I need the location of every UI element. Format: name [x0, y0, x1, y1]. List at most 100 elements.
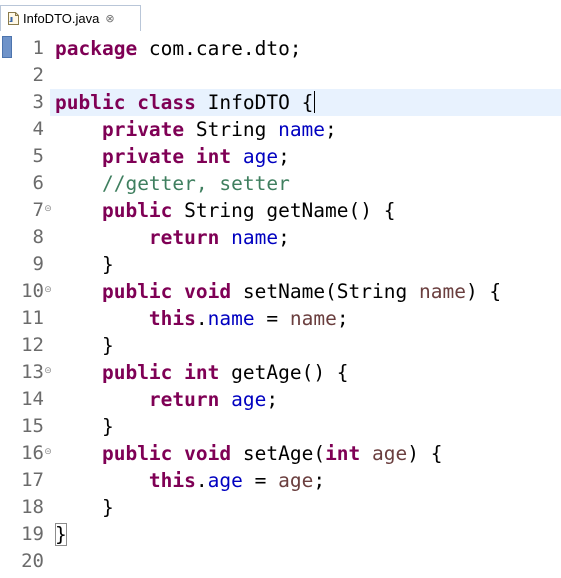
code-line[interactable]: 1 package com.care.dto;: [0, 35, 561, 62]
line-number: 3: [32, 91, 44, 113]
line-number: 13: [21, 361, 44, 383]
close-icon[interactable]: ⊗: [105, 13, 114, 24]
fold-collapse-icon[interactable]: ⊝: [44, 205, 52, 214]
code-line[interactable]: 5 private int age;: [0, 143, 561, 170]
code-token-plain: ;: [325, 118, 337, 141]
code-text: private int age;: [55, 143, 290, 170]
code-token-plain: .: [195, 469, 208, 492]
code-token-plain: ) {: [407, 442, 443, 465]
code-token-field: name: [207, 307, 255, 330]
code-line[interactable]: 15 }: [0, 413, 561, 440]
code-line[interactable]: 19}: [0, 521, 561, 548]
code-token-plain: getAge() {: [219, 361, 349, 384]
code-text: private String name;: [55, 116, 337, 143]
code-token-keyword: this: [148, 307, 196, 330]
line-number: 15: [21, 415, 44, 437]
code-token-param: age: [372, 442, 408, 465]
code-text: package com.care.dto;: [55, 35, 302, 62]
code-token-plain: setAge(: [231, 442, 326, 465]
code-line[interactable]: 16 ⊝ public void setAge(int age) {: [0, 440, 561, 467]
code-token-plain: }: [55, 334, 114, 357]
tab-infodto-java[interactable]: InfoDTO.java ⊗: [0, 5, 141, 31]
code-token-keyword: package: [55, 37, 138, 60]
code-line[interactable]: 7 ⊝ public String getName() {: [0, 197, 561, 224]
code-token-keyword: this: [148, 469, 196, 492]
fold-collapse-icon[interactable]: ⊝: [44, 448, 52, 457]
line-number: 4: [32, 118, 44, 140]
code-line[interactable]: 17 this.age = age;: [0, 467, 561, 494]
code-text: public void setName(String name) {: [55, 278, 501, 305]
code-text: public String getName() {: [55, 197, 396, 224]
code-token-field: age: [207, 469, 243, 492]
code-line[interactable]: 6 //getter, setter: [0, 170, 561, 197]
fold-collapse-icon[interactable]: ⊝: [44, 286, 52, 295]
code-line[interactable]: 20: [0, 548, 561, 575]
line-number: 14: [21, 388, 44, 410]
code-token-field: age: [231, 388, 267, 411]
code-line[interactable]: 2: [0, 62, 561, 89]
code-editor[interactable]: 1 package com.care.dto; 2 3 public class Inf…: [0, 32, 561, 578]
code-line[interactable]: 14 return age;: [0, 386, 561, 413]
line-number: 1: [32, 37, 44, 59]
code-text: this.name = name;: [55, 305, 349, 332]
code-token-plain: ;: [336, 307, 349, 330]
code-token-plain: ;: [266, 388, 279, 411]
code-line[interactable]: 11 this.name = name;: [0, 305, 561, 332]
code-token-field: name: [278, 118, 326, 141]
code-text: this.age = age;: [55, 467, 325, 494]
code-line[interactable]: 10 ⊝ public void setName(String name) {: [0, 278, 561, 305]
code-token-plain: }: [55, 253, 114, 276]
line-number: 5: [32, 145, 44, 167]
code-line[interactable]: 18 }: [0, 494, 561, 521]
line-number: 8: [32, 226, 44, 248]
code-text: }: [55, 521, 67, 548]
line-number: 2: [32, 64, 44, 86]
code-line[interactable]: 9 }: [0, 251, 561, 278]
code-token-keyword: public: [55, 91, 126, 114]
fold-collapse-icon[interactable]: ⊝: [44, 367, 52, 376]
line-number: 20: [21, 550, 44, 572]
code-text: }: [55, 251, 114, 278]
code-token-keyword: void: [184, 442, 232, 465]
code-text: public class InfoDTO {: [55, 89, 316, 116]
code-token-plain: =: [254, 307, 290, 330]
code-token-keyword: class: [137, 91, 196, 114]
line-number: 12: [21, 334, 44, 356]
code-token-plain: String: [184, 118, 279, 141]
line-number: 17: [21, 469, 44, 491]
code-token-plain: }: [55, 415, 114, 438]
code-lines: 1 package com.care.dto; 2 3 public class Inf…: [0, 35, 561, 575]
code-text: //getter, setter: [55, 170, 290, 197]
code-token-keyword: return: [148, 226, 220, 249]
code-token-plain: }: [55, 496, 114, 519]
code-token-keyword: public: [101, 199, 173, 222]
line-number: 7: [32, 199, 44, 221]
code-token-plain: .: [195, 307, 208, 330]
code-token-keyword: void: [184, 280, 232, 303]
java-file-icon: [8, 12, 19, 25]
code-token-keyword: int: [195, 145, 232, 168]
code-token-keyword: public: [101, 442, 173, 465]
code-line[interactable]: 4 private String name;: [0, 116, 561, 143]
code-line[interactable]: 3 public class InfoDTO {: [0, 89, 561, 116]
code-token-plain: InfoDTO {: [195, 91, 314, 114]
code-line[interactable]: 12 }: [0, 332, 561, 359]
code-line[interactable]: 8 return name;: [0, 224, 561, 251]
code-line[interactable]: 13 ⊝ public int getAge() {: [0, 359, 561, 386]
code-token-keyword: public: [101, 361, 173, 384]
line-number: 9: [32, 253, 44, 275]
